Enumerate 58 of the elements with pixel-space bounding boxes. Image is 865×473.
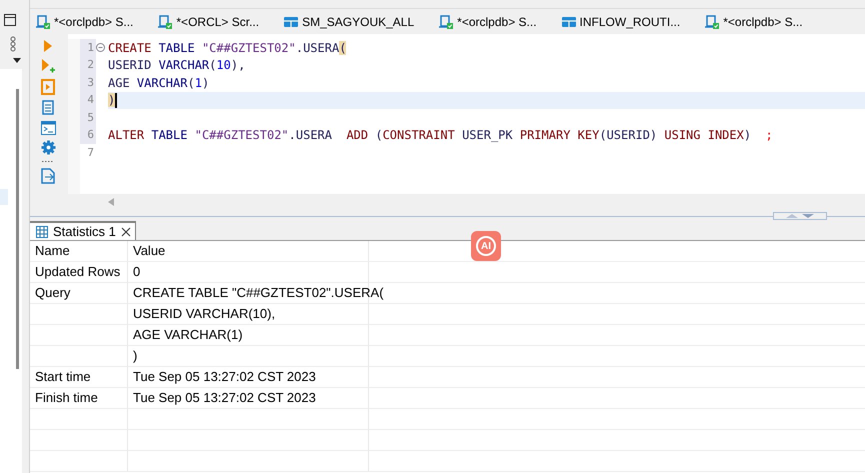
- grid-icon: [36, 226, 48, 238]
- line-number: 5: [87, 110, 94, 126]
- table-cell-text: Query: [35, 284, 70, 302]
- script-file-icon: [704, 14, 720, 30]
- table-icon: [283, 14, 300, 28]
- table-cell-text: Tue Sep 05 13:27:02 CST 2023: [133, 368, 316, 386]
- document-icon[interactable]: [42, 100, 54, 116]
- script-file-icon: [35, 14, 51, 30]
- table-cell-text: AGE VARCHAR(1): [133, 326, 243, 344]
- script-file-icon: [157, 14, 174, 30]
- code-editor[interactable]: 1 CREATE TABLE "C##GZTEST02".USERA( 2 USERID VARCHAR(10), 3 AGE VARCHAR(1) 4 ) 5 6 ALTER TABLE "C##GZTEST02".USERA ADD (CONSTRAINT USER_PK PRIMARY KEY(USERID) USING INDEX) ; 7: [68, 34, 865, 194]
- run-add-icon[interactable]: [41, 58, 55, 74]
- code-line: USERID VARCHAR(10),: [108, 57, 246, 74]
- selected-row: [0, 189, 8, 205]
- line-number: 2: [87, 57, 94, 73]
- scroll-left-icon[interactable]: [108, 198, 114, 206]
- collapse-icon[interactable]: [96, 43, 105, 52]
- export-icon[interactable]: [41, 168, 55, 184]
- results-tab[interactable]: Statistics 1: [30, 221, 136, 240]
- table-icon: [560, 14, 577, 28]
- editor-tab[interactable]: *<ORCL> Scr...: [156, 12, 260, 30]
- run-icon[interactable]: [43, 39, 53, 53]
- line-number: 7: [87, 144, 94, 160]
- script-run-icon[interactable]: [41, 79, 55, 95]
- table-cell-text: 0: [133, 263, 140, 282]
- editor-tab[interactable]: *<orclpdb> S...: [437, 12, 538, 30]
- settings-icon[interactable]: [40, 140, 56, 155]
- script-file-icon: [438, 14, 454, 30]
- text-cursor: [115, 92, 117, 108]
- table-cell-text: Finish time: [35, 389, 98, 408]
- table-cell-text: Updated Rows: [35, 263, 120, 282]
- scrollbar[interactable]: [16, 89, 19, 369]
- line-number: 6: [87, 127, 94, 143]
- dropdown-caret-icon[interactable]: [13, 58, 21, 63]
- code-line: AGE VARCHAR(1): [108, 74, 210, 92]
- line-number: 1: [87, 40, 94, 56]
- connection-icon[interactable]: [9, 36, 17, 52]
- editor-tab[interactable]: *<orclpdb> S...: [703, 12, 804, 30]
- line-number: 4: [87, 92, 94, 108]
- close-icon[interactable]: [120, 226, 131, 236]
- table-cell-text: Start time: [35, 368, 91, 386]
- down-arrow-icon[interactable]: [802, 214, 814, 218]
- editor-tab[interactable]: *<orclpdb> S...: [34, 12, 134, 30]
- editor-tab[interactable]: INFLOW_ROUTI...: [560, 12, 682, 30]
- table-cell-text: USERID VARCHAR(10),: [133, 305, 276, 324]
- column-header[interactable]: Name: [30, 241, 128, 261]
- code-line: CREATE TABLE "C##GZTEST02".USERA(: [108, 40, 346, 57]
- code-line: ALTER TABLE "C##GZTEST02".USERA ADD (CONSTRAINT USER_PK PRIMARY KEY(USERID) USING INDEX) ;: [108, 127, 773, 144]
- sash-toggle[interactable]: [773, 212, 827, 220]
- table-cell-text: ): [133, 347, 138, 366]
- editor-tab[interactable]: SM_SAGYOUK_ALL: [282, 12, 416, 30]
- column-header[interactable]: Value: [128, 241, 369, 261]
- window-icon[interactable]: [4, 14, 16, 26]
- more-icon[interactable]: [41, 160, 55, 163]
- table-cell-text: Tue Sep 05 13:27:02 CST 2023: [133, 389, 316, 408]
- terminal-icon[interactable]: [40, 121, 56, 135]
- line-number: 3: [87, 74, 94, 90]
- table-cell-text: CREATE TABLE "C##GZTEST02".USERA(: [133, 284, 384, 302]
